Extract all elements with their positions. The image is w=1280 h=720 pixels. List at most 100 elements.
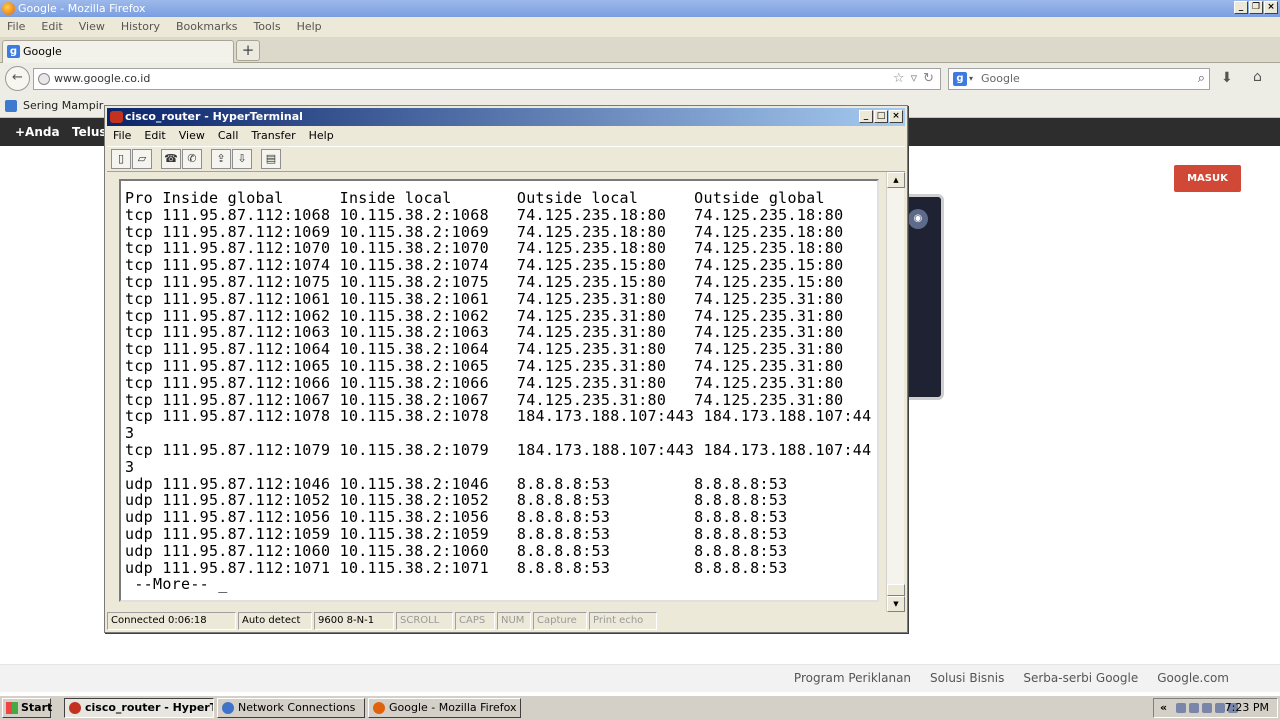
ht-menu-edit[interactable]: Edit: [144, 127, 165, 145]
disconnect-icon[interactable]: ✆: [182, 149, 202, 169]
tray-expand-button[interactable]: «: [1160, 699, 1167, 717]
bookmark-sering-mampir[interactable]: Sering Mampir: [23, 99, 103, 112]
menu-file[interactable]: File: [7, 17, 25, 37]
firefox-tab-bar: g Google +: [0, 37, 1280, 63]
terminal-line: tcp 111.95.87.112:1074 10.115.38.2:1074 …: [125, 256, 844, 275]
ht-menu-transfer[interactable]: Transfer: [251, 127, 295, 145]
terminal-line: tcp 111.95.87.112:1079 10.115.38.2:1079 …: [125, 440, 872, 459]
home-icon[interactable]: ⌂: [1253, 69, 1262, 85]
engine-dropdown-icon[interactable]: ▾: [969, 69, 973, 89]
tab-google[interactable]: g Google: [2, 40, 234, 63]
hyperterminal-window: cisco_router - HyperTerminal _ □ × File …: [104, 105, 908, 633]
new-connection-icon[interactable]: ▯: [111, 149, 131, 169]
sign-in-button[interactable]: MASUK: [1174, 165, 1241, 192]
bookmark-folder-icon: [5, 100, 17, 112]
status-capture: Capture: [533, 612, 587, 630]
network-task-icon: [222, 702, 234, 714]
ht-close-button[interactable]: ×: [889, 110, 903, 123]
status-detect: Auto detect: [238, 612, 312, 630]
minimize-button[interactable]: _: [1234, 1, 1248, 14]
firefox-window-title: Google - Mozilla Firefox: [18, 2, 146, 15]
ht-menu-help[interactable]: Help: [309, 127, 334, 145]
terminal-line: tcp 111.95.87.112:1066 10.115.38.2:1066 …: [125, 373, 844, 392]
google-search-engine-icon[interactable]: g: [953, 72, 967, 86]
firefox-nav-bar: ← www.google.co.id ☆ ▿ ↻ g ▾ Google ⌕ ⬇ …: [0, 63, 1280, 94]
scroll-thumb[interactable]: [887, 584, 905, 596]
hyperterminal-status-bar: Connected 0:06:18 Auto detect 9600 8-N-1…: [107, 612, 905, 630]
terminal-line: udp 111.95.87.112:1071 10.115.38.2:1071 …: [125, 558, 788, 577]
doodle-sound-icon: ◉: [908, 209, 928, 229]
dropdown-arrow-icon[interactable]: ▿: [911, 69, 918, 89]
terminal-line: tcp 111.95.87.112:1061 10.115.38.2:1061 …: [125, 289, 844, 308]
close-button[interactable]: ×: [1264, 1, 1278, 14]
restore-button[interactable]: ❐: [1249, 1, 1263, 14]
scroll-up-icon[interactable]: ▲: [887, 172, 905, 188]
terminal-screen[interactable]: Pro Inside global Inside local Outside l…: [119, 179, 879, 602]
new-tab-button[interactable]: +: [236, 40, 260, 61]
menu-tools[interactable]: Tools: [253, 17, 280, 37]
url-bar[interactable]: www.google.co.id ☆ ▿ ↻: [33, 68, 941, 90]
scroll-down-icon[interactable]: ▼: [887, 596, 905, 612]
reload-icon[interactable]: ↻: [923, 69, 934, 89]
ht-maximize-button[interactable]: □: [874, 110, 888, 123]
system-tray: « 7:23 PM: [1153, 698, 1278, 718]
call-icon[interactable]: ☎: [161, 149, 181, 169]
google-footer: Program Periklanan Solusi Bisnis Serba-s…: [0, 664, 1280, 692]
menu-help[interactable]: Help: [297, 17, 322, 37]
footer-link-google-com[interactable]: Google.com: [1157, 665, 1229, 691]
ht-menu-file[interactable]: File: [113, 127, 131, 145]
tray-security-icon[interactable]: [1215, 703, 1225, 713]
google-favicon-icon: g: [7, 45, 20, 58]
tray-network2-icon[interactable]: [1202, 703, 1212, 713]
download-icon[interactable]: ⬇: [1221, 70, 1233, 86]
firefox-menu-bar: File Edit View History Bookmarks Tools H…: [0, 17, 1280, 37]
terminal-line: 3: [125, 424, 135, 443]
hyperterminal-app-icon: [110, 111, 123, 123]
terminal-line: tcp 111.95.87.112:1065 10.115.38.2:1065 …: [125, 356, 844, 375]
open-folder-icon[interactable]: ▱: [132, 149, 152, 169]
status-caps: CAPS: [455, 612, 495, 630]
ht-minimize-button[interactable]: _: [859, 110, 873, 123]
google-plus-link[interactable]: +Anda: [15, 118, 60, 146]
google-doodle[interactable]: ◉: [904, 194, 944, 400]
ht-menu-view[interactable]: View: [179, 127, 205, 145]
search-icon[interactable]: ⌕: [1198, 69, 1205, 89]
hyperterminal-toolbar: ▯ ▱ ☎ ✆ ⇪ ⇩ ▤: [107, 146, 905, 172]
clock: 7:23 PM: [1224, 701, 1269, 714]
task-network-connections[interactable]: Network Connections: [217, 698, 365, 718]
bookmark-star-icon[interactable]: ☆: [893, 69, 905, 89]
terminal-line: tcp 111.95.87.112:1068 10.115.38.2:1068 …: [125, 205, 844, 224]
properties-icon[interactable]: ▤: [261, 149, 281, 169]
back-button[interactable]: ←: [5, 66, 30, 91]
footer-link-business[interactable]: Solusi Bisnis: [930, 665, 1004, 691]
receive-file-icon[interactable]: ⇩: [232, 149, 252, 169]
menu-bookmarks[interactable]: Bookmarks: [176, 17, 237, 37]
footer-link-advertising[interactable]: Program Periklanan: [794, 665, 911, 691]
firefox-title-bar[interactable]: Google - Mozilla Firefox _ ❐ ×: [0, 0, 1280, 17]
menu-history[interactable]: History: [121, 17, 160, 37]
tray-monitor-icon[interactable]: [1189, 703, 1199, 713]
status-num: NUM: [497, 612, 531, 630]
firefox-window-controls: _ ❐ ×: [1234, 1, 1278, 14]
google-search-link[interactable]: Telus: [72, 118, 107, 146]
send-file-icon[interactable]: ⇪: [211, 149, 231, 169]
terminal-scrollbar[interactable]: ▲ ▼: [886, 172, 905, 612]
hyperterminal-title-bar[interactable]: cisco_router - HyperTerminal _ □ ×: [107, 108, 905, 126]
tray-network-icon[interactable]: [1176, 703, 1186, 713]
menu-edit[interactable]: Edit: [41, 17, 62, 37]
hyperterminal-task-icon: [69, 702, 81, 714]
terminal-line: tcp 111.95.87.112:1069 10.115.38.2:1069 …: [125, 222, 844, 241]
search-input[interactable]: g ▾ Google ⌕: [948, 68, 1210, 90]
footer-link-about[interactable]: Serba-serbi Google: [1023, 665, 1138, 691]
terminal-line: Pro Inside global Inside local Outside l…: [125, 189, 825, 207]
menu-view[interactable]: View: [79, 17, 105, 37]
ht-menu-call[interactable]: Call: [218, 127, 239, 145]
terminal-line: udp 111.95.87.112:1059 10.115.38.2:1059 …: [125, 524, 788, 543]
terminal-line: udp 111.95.87.112:1052 10.115.38.2:1052 …: [125, 491, 788, 510]
task-hyperterminal[interactable]: cisco_router - HyperT...: [64, 698, 214, 718]
task-firefox[interactable]: Google - Mozilla Firefox: [368, 698, 521, 718]
start-button[interactable]: Start: [2, 698, 52, 718]
tab-label: Google: [23, 45, 62, 58]
hyperterminal-title: cisco_router - HyperTerminal: [125, 110, 303, 123]
hyperterminal-menu-bar: File Edit View Call Transfer Help: [107, 127, 905, 145]
